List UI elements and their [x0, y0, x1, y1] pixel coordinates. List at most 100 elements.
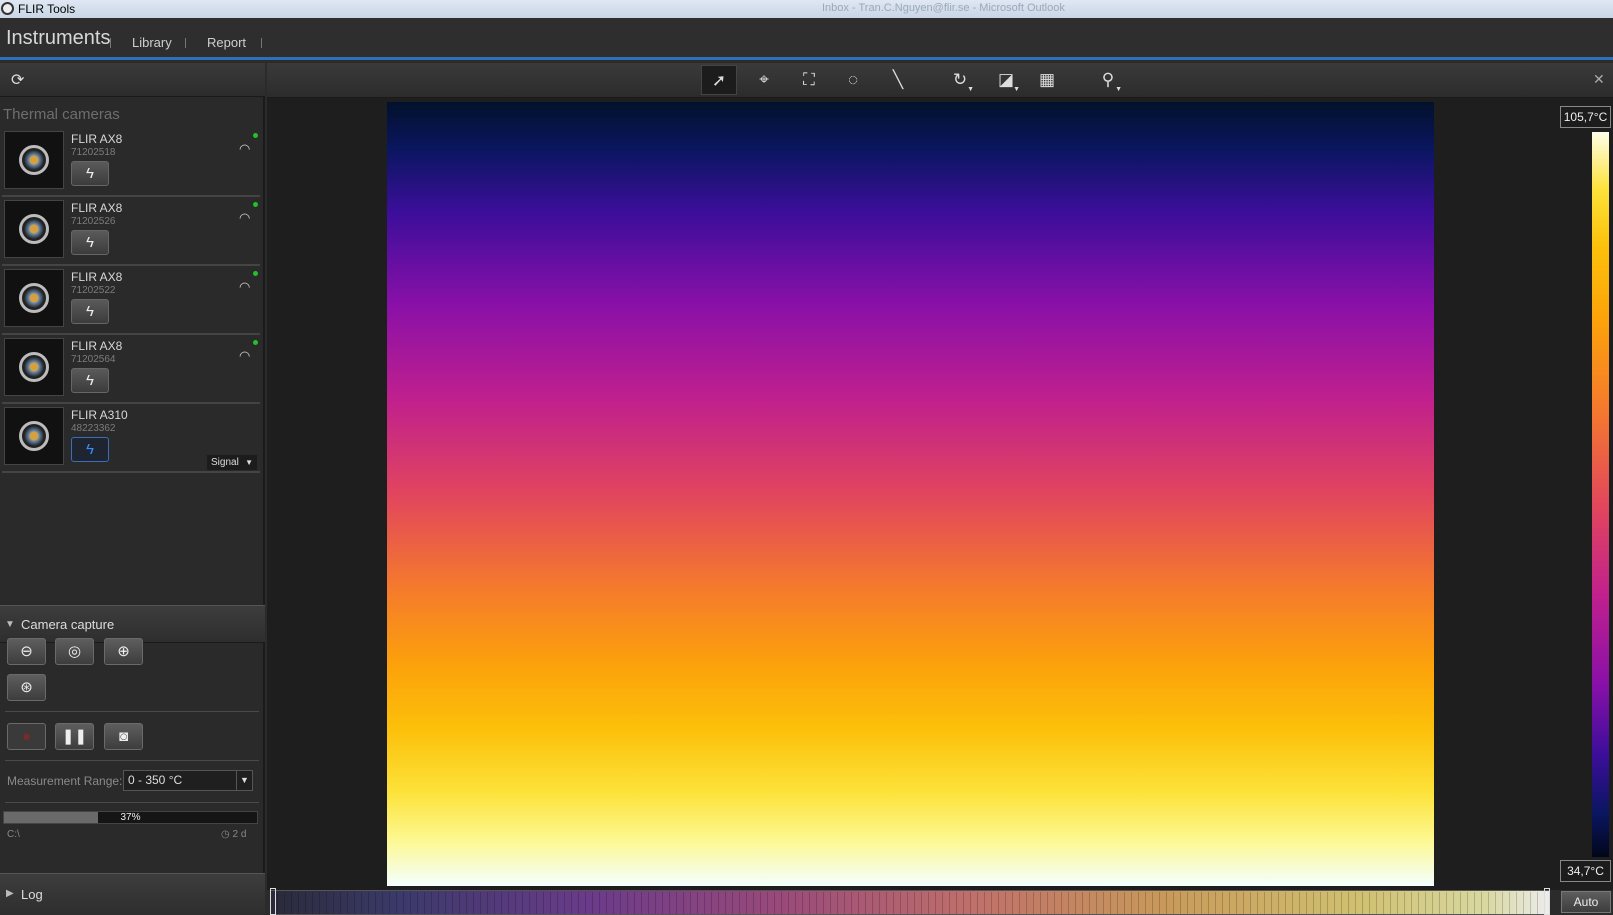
histogram-tick — [697, 892, 698, 914]
auto-scale-button[interactable]: Auto — [1561, 891, 1611, 913]
line-tool[interactable]: ╲ — [880, 65, 916, 95]
search-tool[interactable]: ⚲ ▼ — [1090, 65, 1126, 95]
measurement-range-select[interactable]: 0 - 350 °C ▼ — [123, 770, 253, 791]
thermal-cameras-heading: Thermal cameras — [3, 106, 120, 123]
histogram-tick — [711, 892, 712, 914]
histogram-tick — [424, 892, 425, 914]
histogram-tick — [1306, 892, 1307, 914]
camera-item[interactable]: FLIR AX8 71202564 ϟ ◠ — [2, 336, 260, 404]
histogram-tick — [767, 892, 768, 914]
select-tool[interactable]: ➚ — [701, 65, 737, 95]
histogram-bar[interactable] — [270, 890, 1550, 915]
signal-dropdown[interactable]: Signal ▼ — [207, 455, 257, 470]
palette-tool[interactable]: ◪ ▼ — [988, 65, 1024, 95]
histogram-tick — [613, 892, 614, 914]
menu-separator — [110, 38, 111, 48]
histogram-tick — [445, 892, 446, 914]
histogram-tick — [851, 892, 852, 914]
histogram-tick — [410, 892, 411, 914]
expand-triangle-icon: ▶ — [6, 888, 14, 899]
menu-library[interactable]: Library — [132, 35, 172, 50]
measurement-range-label: Measurement Range: — [7, 774, 123, 788]
histogram-tick — [809, 892, 810, 914]
log-header[interactable]: ▶ Log — [0, 873, 265, 915]
camera-thumbnail — [4, 338, 64, 396]
camera-item[interactable]: FLIR AX8 71202518 ϟ ◠ — [2, 129, 260, 197]
histogram-tick — [942, 892, 943, 914]
camera-name: FLIR A310 — [71, 408, 128, 422]
menu-separator — [261, 38, 262, 48]
histogram-tick — [1355, 892, 1356, 914]
snapshot-button[interactable]: ◙ — [104, 723, 143, 750]
spot-tool[interactable]: ⌖ — [746, 65, 782, 95]
histogram-tick — [865, 892, 866, 914]
menu-report[interactable]: Report — [207, 35, 246, 50]
rotate-icon: ↻ — [952, 70, 968, 89]
histogram-tick — [298, 892, 299, 914]
wifi-icon: ◠ — [239, 141, 251, 156]
histogram-tick — [536, 892, 537, 914]
histogram-tick — [277, 892, 278, 914]
connect-button[interactable]: ϟ — [71, 230, 109, 255]
histogram-tick — [998, 892, 999, 914]
histogram-left-handle[interactable] — [270, 888, 276, 915]
camera-item[interactable]: FLIR AX8 71202522 ϟ ◠ — [2, 267, 260, 335]
camera-item[interactable]: FLIR AX8 71202526 ϟ ◠ — [2, 198, 260, 266]
pause-button[interactable]: ❚❚ — [55, 723, 94, 750]
connect-button[interactable]: ϟ — [71, 161, 109, 186]
histogram-tick — [1334, 892, 1335, 914]
camera-capture-label: Camera capture — [21, 617, 115, 632]
histogram-tick — [1439, 892, 1440, 914]
rotate-tool[interactable]: ↻ ▼ — [942, 65, 978, 95]
refresh-icon[interactable]: ⟳ — [11, 72, 29, 90]
histogram-tick — [1278, 892, 1279, 914]
close-icon[interactable]: ✕ — [1593, 71, 1605, 88]
circle-tool[interactable]: ◌ — [835, 65, 871, 95]
zoom-out-button[interactable]: ⊖ — [7, 638, 46, 665]
camera-item[interactable]: FLIR A310 48223362 ϟ Signal ▼ — [2, 405, 260, 473]
scale-max-temp[interactable]: 105,7°C — [1560, 106, 1611, 128]
camera-lens-icon — [19, 352, 49, 382]
menu-instruments[interactable]: Instruments — [6, 27, 110, 50]
histogram-right-handle[interactable] — [1544, 888, 1550, 915]
histogram-tick — [900, 892, 901, 914]
image-mode-tool[interactable]: ▦ — [1029, 65, 1065, 95]
camera-name: FLIR AX8 — [71, 132, 123, 146]
histogram-tick — [515, 892, 516, 914]
camera-thumbnail — [4, 407, 64, 465]
histogram-tick — [781, 892, 782, 914]
histogram-tick — [788, 892, 789, 914]
histogram-tick — [1432, 892, 1433, 914]
histogram-tick — [1411, 892, 1412, 914]
histogram-tick — [1537, 892, 1538, 914]
connect-button[interactable]: ϟ — [71, 368, 109, 393]
focus-button[interactable]: ◎ — [55, 638, 94, 665]
histogram-tick — [333, 892, 334, 914]
histogram-tick — [361, 892, 362, 914]
histogram-tick — [1124, 892, 1125, 914]
divider — [5, 802, 259, 803]
storage-path: C:\ — [7, 829, 20, 840]
box-tool[interactable]: ⛶ — [791, 65, 827, 95]
thermal-image[interactable] — [387, 102, 1434, 886]
histogram-tick — [326, 892, 327, 914]
connect-button-active[interactable]: ϟ — [71, 437, 109, 462]
plus-circle-icon: ⊕ — [117, 643, 130, 660]
box-icon: ⛶ — [803, 70, 815, 89]
record-button[interactable]: ● — [7, 723, 46, 750]
zoom-in-button[interactable]: ⊕ — [104, 638, 143, 665]
histogram-tick — [725, 892, 726, 914]
divider — [5, 711, 259, 712]
lightning-icon: ϟ — [86, 303, 94, 320]
histogram-tick — [585, 892, 586, 914]
image-viewport — [267, 98, 1613, 890]
online-indicator — [253, 202, 258, 207]
autofocus-button[interactable]: ⊛ — [7, 674, 46, 701]
palette-icon: ◪ — [997, 70, 1015, 89]
connect-button[interactable]: ϟ — [71, 299, 109, 324]
histogram-tick — [319, 892, 320, 914]
scale-min-temp[interactable]: 34,7°C — [1560, 860, 1611, 882]
histogram-tick — [1033, 892, 1034, 914]
camera-name: FLIR AX8 — [71, 339, 123, 353]
camera-icon: ◙ — [118, 728, 129, 745]
